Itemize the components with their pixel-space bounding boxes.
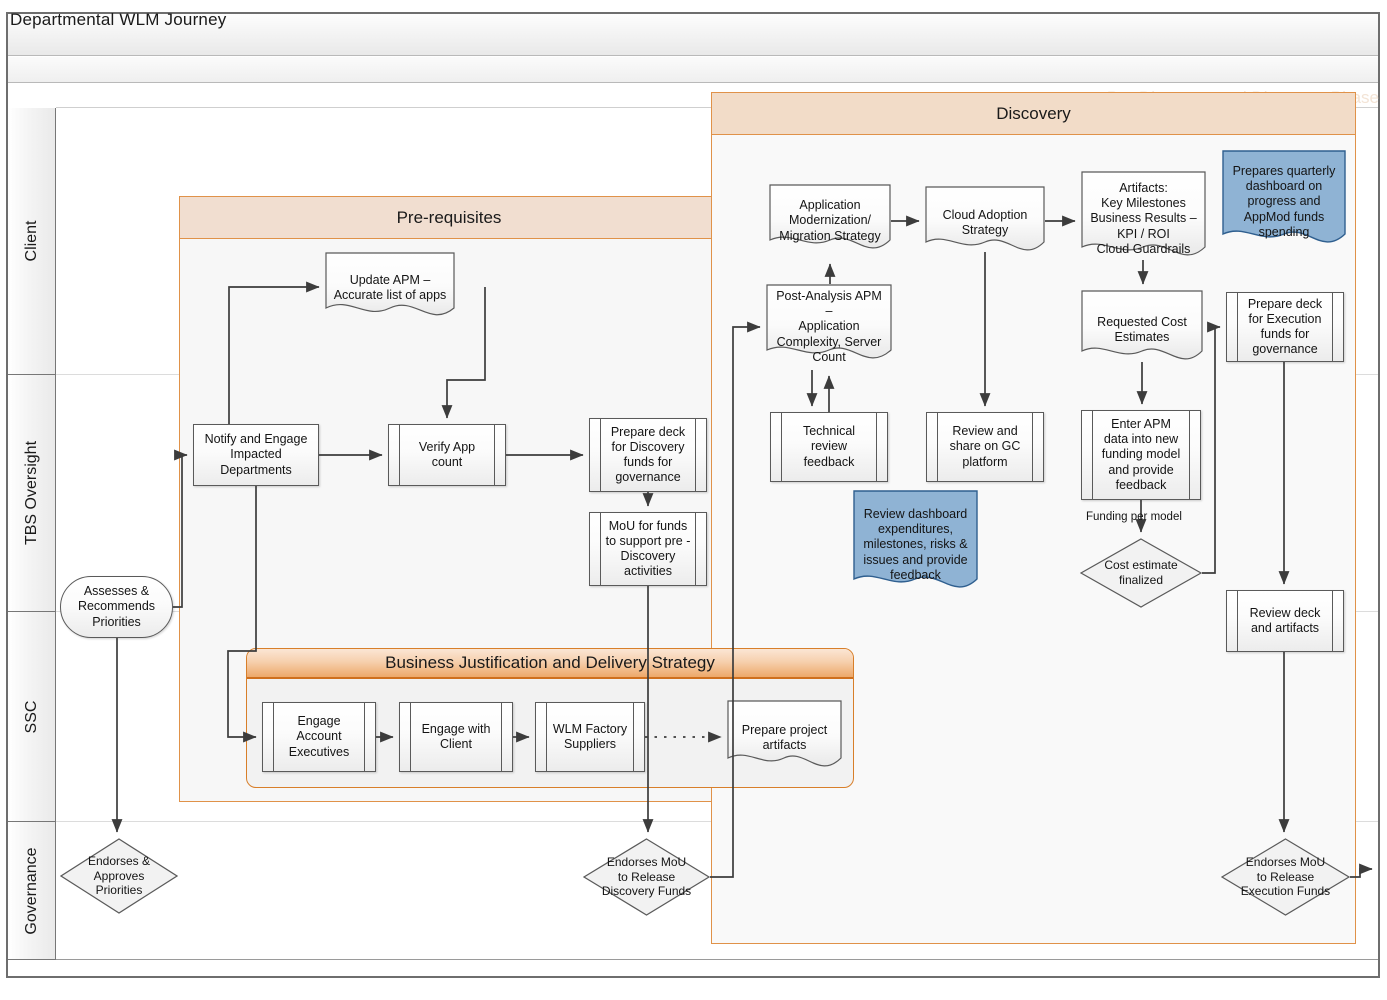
lane-label-client: Client [22, 220, 40, 262]
node-verify-app-count[interactable]: Verify App count [388, 424, 506, 486]
group-business-justification-title: Business Justification and Delivery Stra… [385, 653, 715, 672]
lane-label-ssc: SSC [22, 700, 40, 733]
node-engage-account-executives[interactable]: Engage Account Executives [262, 702, 376, 772]
node-notify-engage[interactable]: Notify and Engage Impacted Departments [193, 424, 319, 486]
node-update-apm-label: Update APM – Accurate list of apps [333, 272, 447, 302]
node-engage-with-client[interactable]: Engage with Client [399, 702, 513, 772]
node-endorses-mou-discovery-label: Endorses MoU to Release Discovery Funds [601, 855, 692, 899]
node-artifacts-kpi-label: Artifacts: Key Milestones Business Resul… [1090, 180, 1197, 256]
node-verify-app-count-label: Verify App count [418, 439, 476, 469]
node-endorses-mou-execution-label: Endorses MoU to Release Execution Funds [1240, 855, 1331, 899]
lane-label-tbs: TBS Oversight [22, 440, 40, 546]
node-app-modernization-strategy-label: Application Modernization/ Migration Str… [779, 198, 881, 243]
node-cloud-adoption-strategy[interactable]: Cloud Adoption Strategy [925, 186, 1045, 260]
node-prepare-deck-execution[interactable]: Prepare deck for Execution funds for gov… [1226, 292, 1344, 362]
node-review-dashboard-expenditures-label: Review dashboard expenditures, milestone… [863, 506, 968, 582]
node-prepare-project-artifacts-label: Prepare project artifacts [741, 722, 828, 752]
node-endorses-mou-discovery[interactable]: Endorses MoU to Release Discovery Funds [583, 838, 710, 916]
node-review-deck-artifacts[interactable]: Review deck and artifacts [1226, 590, 1344, 652]
lane-header-client: Client [8, 108, 56, 375]
node-artifacts-kpi[interactable]: Artifacts: Key Milestones Business Resul… [1081, 171, 1206, 267]
node-enter-apm-data[interactable]: Enter APM data into new funding model an… [1081, 410, 1201, 500]
node-requested-cost-estimates[interactable]: Requested Cost Estimates [1081, 290, 1203, 370]
node-engage-account-executives-label: Engage Account Executives [288, 714, 350, 759]
node-review-share-gc-label: Review and share on GC platform [949, 424, 1021, 469]
node-technical-review-feedback[interactable]: Technical review feedback [770, 412, 888, 482]
node-enter-apm-data-label: Enter APM data into new funding model an… [1101, 416, 1181, 492]
node-review-dashboard-expenditures[interactable]: Review dashboard expenditures, milestone… [853, 490, 978, 600]
node-cost-estimate-finalized[interactable]: Cost estimate finalized [1080, 538, 1202, 608]
node-prepare-deck-execution-label: Prepare deck for Execution funds for gov… [1247, 296, 1323, 357]
node-review-share-gc[interactable]: Review and share on GC platform [926, 412, 1044, 482]
group-prerequisites-header: Pre-requisites [180, 197, 718, 239]
node-cloud-adoption-strategy-label: Cloud Adoption Strategy [942, 207, 1028, 237]
group-prerequisites-title: Pre-requisites [396, 207, 502, 227]
node-cost-estimate-finalized-label: Cost estimate finalized [1104, 558, 1178, 587]
lane-header-tbs: TBS Oversight [8, 375, 56, 612]
node-wlm-factory-suppliers-label: WLM Factory Suppliers [552, 721, 628, 751]
node-prepare-deck-discovery[interactable]: Prepare deck for Discovery funds for gov… [589, 418, 707, 492]
group-discovery-title: Discovery [996, 103, 1071, 123]
node-prepare-deck-discovery-label: Prepare deck for Discovery funds for gov… [610, 424, 686, 485]
node-assesses-recommends[interactable]: Assesses & Recommends Priorities [60, 576, 173, 638]
node-post-analysis-apm[interactable]: Post-Analysis APM – Application Complexi… [766, 284, 892, 370]
group-business-justification-header: Business Justification and Delivery Stra… [247, 649, 853, 679]
group-discovery-header: Discovery [712, 93, 1355, 135]
lane-label-governance: Governance [22, 846, 40, 935]
node-prepares-quarterly-dashboard[interactable]: Prepares quarterly dashboard on progress… [1222, 150, 1346, 254]
node-app-modernization-strategy[interactable]: Application Modernization/ Migration Str… [769, 184, 891, 258]
node-assesses-recommends-label: Assesses & Recommends Priorities [77, 584, 156, 629]
node-engage-with-client-label: Engage with Client [421, 721, 491, 751]
node-notify-engage-label: Notify and Engage Impacted Departments [204, 432, 308, 477]
node-endorses-approves-priorities-label: Endorses & Approves Priorities [87, 854, 151, 898]
node-update-apm[interactable]: Update APM – Accurate list of apps [325, 252, 455, 324]
lane-header-governance: Governance [8, 822, 56, 960]
node-mou-pre-discovery[interactable]: MoU for funds to support pre - Discovery… [589, 512, 707, 586]
node-prepare-project-artifacts[interactable]: Prepare project artifacts [727, 700, 842, 776]
lane-header-ssc: SSC [8, 612, 56, 822]
node-prepares-quarterly-dashboard-label: Prepares quarterly dashboard on progress… [1232, 163, 1336, 239]
node-mou-pre-discovery-label: MoU for funds to support pre - Discovery… [605, 518, 691, 579]
node-endorses-approves-priorities[interactable]: Endorses & Approves Priorities [60, 838, 178, 914]
node-wlm-factory-suppliers[interactable]: WLM Factory Suppliers [535, 702, 645, 772]
node-endorses-mou-execution[interactable]: Endorses MoU to Release Execution Funds [1221, 838, 1350, 916]
page-title: Departmental WLM Journey [10, 10, 227, 29]
sub-toolbar [8, 57, 1378, 83]
node-requested-cost-estimates-label: Requested Cost Estimates [1097, 314, 1187, 344]
node-review-deck-artifacts-label: Review deck and artifacts [1249, 605, 1321, 635]
edge-label-funding-per-model: Funding per model [1086, 511, 1182, 523]
diagram-canvas: Departmental WLM Journey Pre-Discovery a… [0, 0, 1387, 1000]
node-post-analysis-apm-label: Post-Analysis APM – Application Complexi… [776, 288, 882, 364]
node-technical-review-feedback-label: Technical review feedback [802, 424, 856, 469]
